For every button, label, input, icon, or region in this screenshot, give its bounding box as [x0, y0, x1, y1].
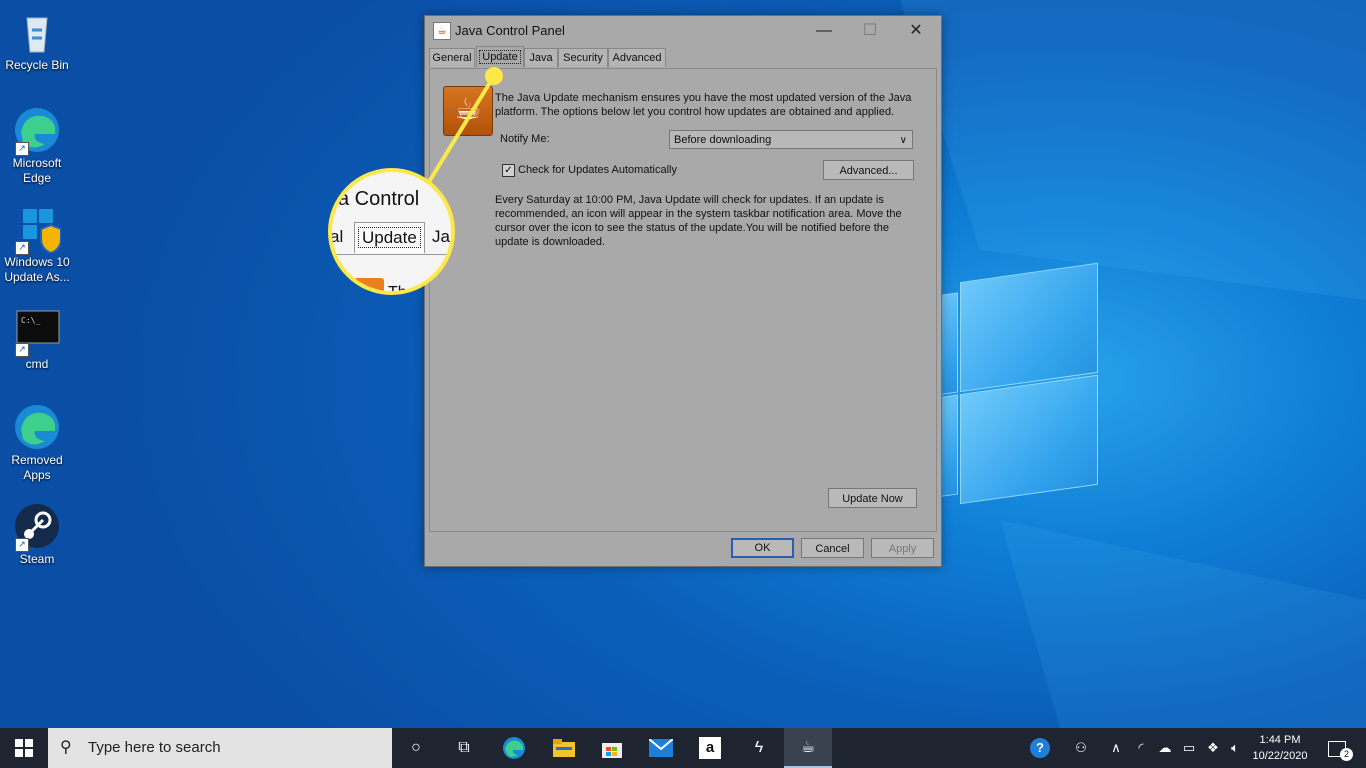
onedrive-icon[interactable]: ☁ — [1154, 728, 1176, 768]
volume-icon[interactable]: 🔈︎ — [1224, 728, 1246, 768]
callout-text-fragment: Th — [388, 284, 407, 295]
app-icon[interactable]: ϟ — [735, 728, 783, 768]
mail-icon[interactable] — [637, 728, 685, 768]
search-icon: ⚲ — [60, 739, 72, 756]
start-button[interactable] — [0, 728, 48, 768]
search-placeholder: Type here to search — [88, 739, 221, 756]
taskbar-clock[interactable]: 1:44 PM 10/22/2020 — [1248, 732, 1312, 764]
java-icon[interactable]: ☕ — [784, 728, 832, 768]
windows-start-icon — [15, 738, 33, 757]
callout-tab-update: Update — [354, 222, 425, 253]
clock-time: 1:44 PM — [1259, 734, 1301, 746]
taskbar-search-box[interactable]: ⚲ Type here to search — [48, 728, 392, 768]
file-explorer-icon[interactable] — [540, 728, 588, 768]
magnified-callout: a Control al Update Ja Th — [328, 168, 455, 295]
taskbar: ⚲ Type here to search ○ ⧉ a ϟ ☕ ? ⚇ ∧ ◜ … — [0, 728, 1366, 768]
help-icon[interactable]: ? — [1026, 728, 1054, 768]
cortana-icon[interactable]: ○ — [392, 728, 440, 768]
dropbox-icon[interactable]: ❖ — [1202, 728, 1224, 768]
notifications-icon[interactable]: 2 — [1322, 728, 1353, 768]
network-icon[interactable]: ◜ — [1130, 728, 1152, 768]
store-icon[interactable] — [588, 728, 636, 768]
people-icon[interactable]: ⚇ — [1068, 728, 1094, 768]
amazon-icon[interactable]: a — [686, 728, 734, 768]
callout-tab-right: Ja — [432, 227, 450, 246]
clock-date: 10/22/2020 — [1252, 750, 1308, 762]
battery-icon[interactable]: ▭ — [1178, 728, 1200, 768]
callout-title-fragment: a Control — [338, 188, 420, 210]
callout-tab-left: al — [330, 227, 344, 246]
callout-leader-line — [422, 67, 503, 192]
notification-count: 2 — [1340, 748, 1353, 761]
desktop: Recycle Bin ↗ Microsoft Edge ↗ Windows 1… — [0, 0, 1366, 728]
chevron-up-icon[interactable]: ∧ — [1106, 728, 1126, 768]
edge-icon[interactable] — [490, 728, 538, 768]
task-view-icon[interactable]: ⧉ — [440, 728, 488, 768]
